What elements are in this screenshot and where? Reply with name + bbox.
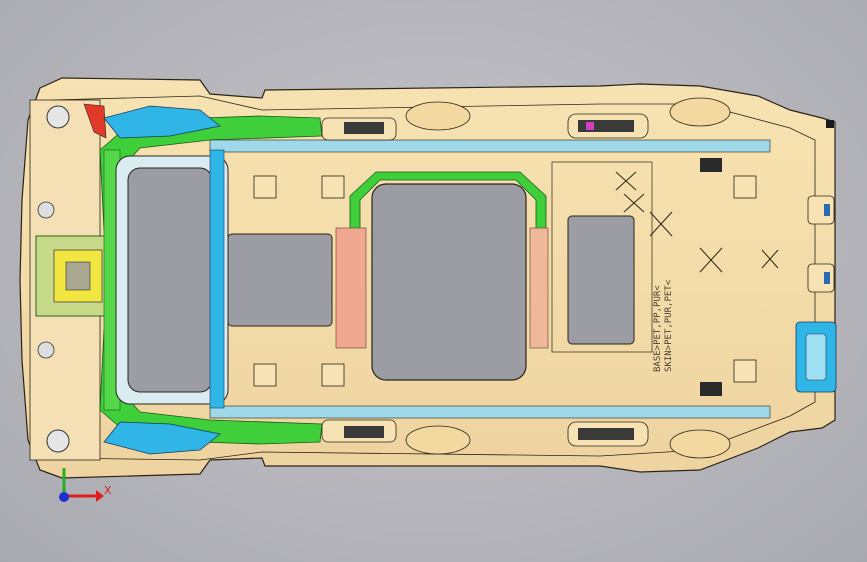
center-small-opening	[227, 233, 333, 327]
front-boss-mid-top	[37, 201, 55, 219]
rear-right-module-inner	[805, 333, 827, 381]
field-clip-6	[733, 359, 757, 383]
cad-viewport[interactable]: BASE>PET,PP,PUR< SKIN>PET,PUR,PET< X	[0, 0, 867, 562]
sunroof-frame-salmon	[335, 227, 367, 349]
handle-recess-top-2-marker	[586, 122, 594, 130]
car-roof-model[interactable]: BASE>PET,PP,PUR< SKIN>PET,PUR,PET< X	[0, 0, 867, 562]
field-clip-5	[733, 175, 757, 199]
rear-small-opening	[567, 215, 635, 345]
rail-boss-3	[669, 97, 731, 127]
material-marking: BASE>PET,PP,PUR< SKIN>PET,PUR,PET<	[653, 279, 674, 372]
blue-cross-strip	[209, 149, 225, 409]
rail-boss-1	[405, 101, 471, 131]
handle-recess-bottom-1-slot	[344, 426, 384, 438]
rear-clip-1	[807, 195, 835, 225]
rear-pad-top	[700, 158, 722, 172]
x-axis-arrow	[96, 490, 104, 502]
sunroof-frame-salmon-right	[529, 227, 549, 349]
marking-line-2: SKIN>PET,PUR,PET<	[664, 279, 674, 372]
field-clip-2	[321, 175, 345, 199]
rear-pad-bottom	[700, 382, 722, 396]
front-boss-mid-bottom	[37, 341, 55, 359]
rear-clip-2	[807, 263, 835, 293]
rear-clip-1-marker	[824, 204, 830, 216]
front-boss-top	[46, 105, 70, 129]
handle-recess-top-1-slot	[344, 122, 384, 134]
top-long-rail	[209, 139, 771, 153]
front-opening	[127, 167, 213, 393]
handle-recess-bottom-2-slot	[578, 428, 634, 440]
field-clip-3	[253, 363, 277, 387]
front-boss-bottom	[46, 429, 70, 453]
sunroof-opening	[371, 183, 527, 381]
x-axis-label: X	[104, 484, 112, 497]
triad-origin	[59, 492, 69, 502]
marking-line-1: BASE>PET,PP,PUR<	[653, 285, 663, 372]
rear-edge-tab	[826, 120, 834, 128]
field-clip-1	[253, 175, 277, 199]
rail-boss-4	[669, 429, 731, 459]
bottom-long-rail	[209, 405, 771, 419]
latch-core	[65, 261, 91, 291]
rail-boss-2	[405, 425, 471, 455]
field-clip-4	[321, 363, 345, 387]
rear-clip-2-marker	[824, 272, 830, 284]
